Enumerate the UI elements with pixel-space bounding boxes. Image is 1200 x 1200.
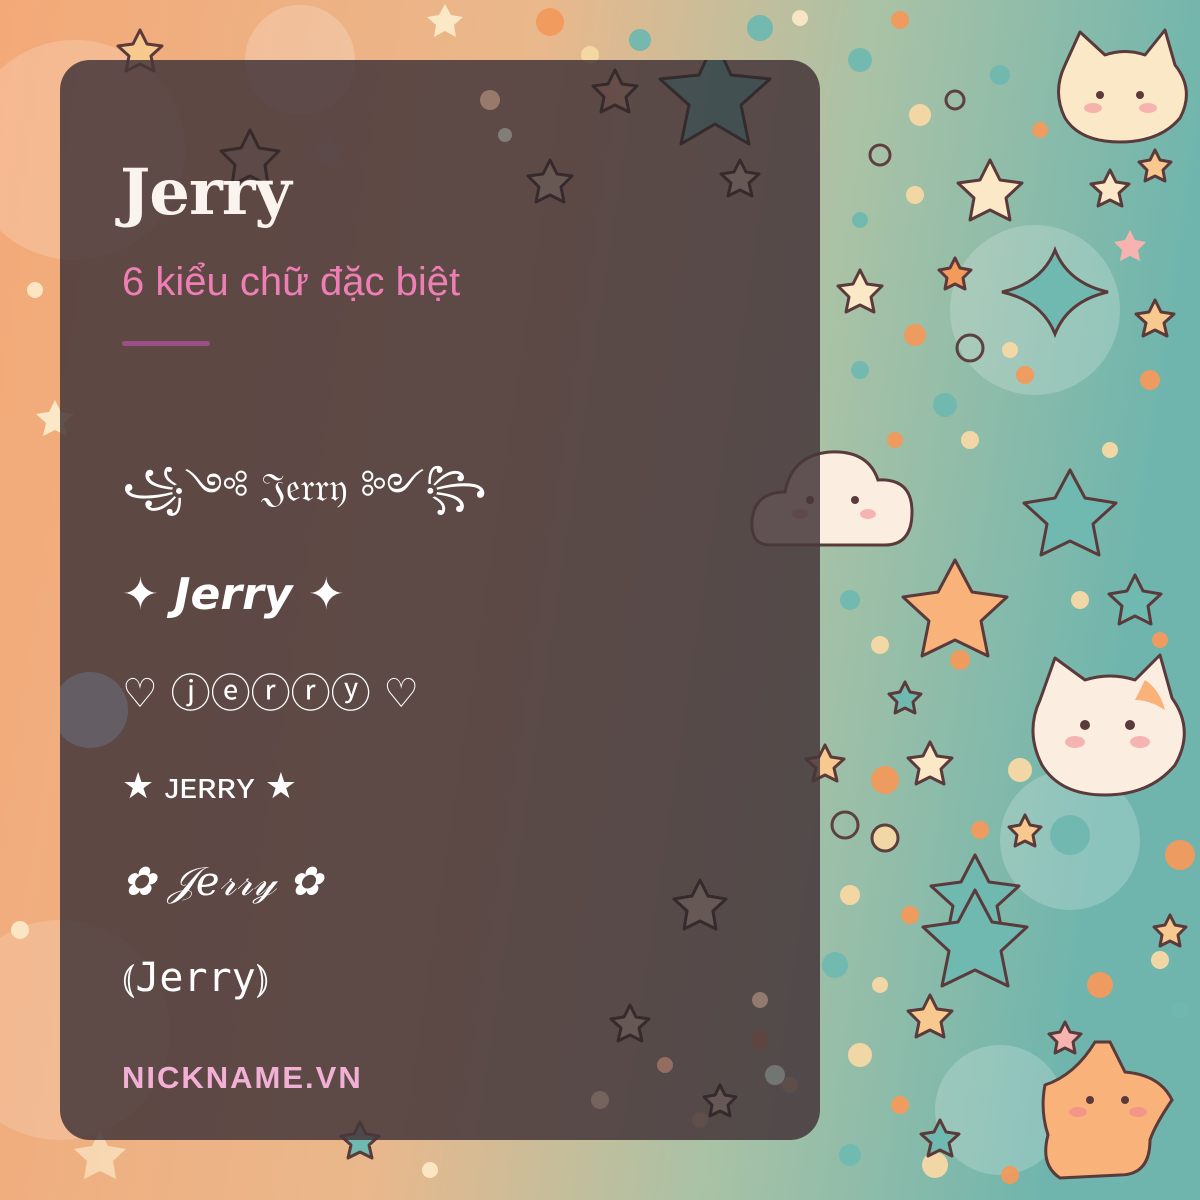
nickname-style-item[interactable]: ★ ᴊᴇʀʀʏ ★ (122, 738, 487, 834)
nickname-style-item[interactable]: ✦ 𝙅𝙚𝙧𝙧𝙮 ✦ (122, 546, 487, 642)
nickname-style-item[interactable]: ♡ ⓙⓔⓡⓡⓨ ♡ (122, 642, 487, 738)
site-brand: NICKNAME.VN (122, 1060, 363, 1095)
title-divider (122, 341, 210, 346)
page-subtitle: 6 kiểu chữ đặc biệt (122, 260, 461, 304)
nickname-style-item[interactable]: ꧁༺ 𝔍𝔢𝔯𝔯𝔶 ༻꧂ (122, 450, 487, 546)
page-title: Jerry (120, 155, 292, 230)
nickname-style-list: ꧁༺ 𝔍𝔢𝔯𝔯𝔶 ༻꧂ ✦ 𝙅𝙚𝙧𝙧𝙮 ✦ ♡ ⓙⓔⓡⓡⓨ ♡ ★ ᴊᴇʀʀʏ … (122, 450, 487, 1026)
nickname-style-item[interactable]: ⦅𝙹𝚎𝚛𝚛𝚢⦆ (122, 930, 487, 1026)
nickname-card: Jerry 6 kiểu chữ đặc biệt ꧁༺ 𝔍𝔢𝔯𝔯𝔶 ༻꧂ ✦ … (60, 60, 820, 1140)
nickname-style-item[interactable]: ✿ 𝒥𝑒𝓇𝓇𝓎 ✿ (122, 834, 487, 930)
